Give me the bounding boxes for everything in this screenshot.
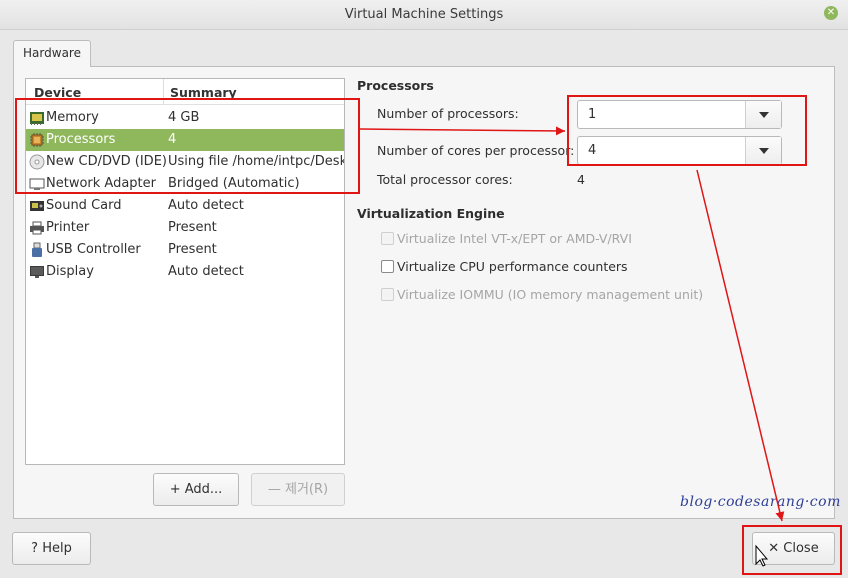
- device-name: Printer: [46, 220, 90, 235]
- device-row-display[interactable]: Display Auto detect: [26, 261, 344, 283]
- device-name: USB Controller: [46, 242, 141, 257]
- total-cores-label: Total processor cores:: [377, 172, 513, 187]
- window-close-icon[interactable]: ✕: [824, 6, 838, 20]
- iommu-checkbox[interactable]: [381, 288, 394, 301]
- num-processors-label: Number of processors:: [377, 106, 519, 121]
- tab-hardware[interactable]: Hardware: [13, 40, 91, 67]
- display-icon: [30, 266, 44, 278]
- iommu-label: Virtualize IOMMU (IO memory management u…: [397, 287, 704, 302]
- cpu-counters-checkbox[interactable]: [381, 260, 394, 273]
- add-button[interactable]: + Add...: [153, 473, 239, 506]
- blog-watermark: blog·codesarang·com: [680, 494, 841, 510]
- device-summary: Auto detect: [168, 264, 244, 279]
- device-summary: Auto detect: [168, 198, 244, 213]
- window-title: Virtual Machine Settings: [344, 7, 504, 22]
- usb-icon: [32, 242, 42, 257]
- vtx-label: Virtualize Intel VT-x/EPT or AMD-V/RVI: [397, 231, 632, 246]
- annotation-box-device-list: [15, 98, 360, 194]
- device-name: Display: [46, 264, 94, 279]
- device-row-usb-controller[interactable]: USB Controller Present: [26, 239, 344, 261]
- vtx-checkbox[interactable]: [381, 232, 394, 245]
- sound-card-icon: [30, 201, 44, 211]
- device-row-printer[interactable]: Printer Present: [26, 217, 344, 239]
- cpu-counters-label: Virtualize CPU performance counters: [397, 259, 628, 274]
- device-summary: Present: [168, 220, 217, 235]
- annotation-box-close: [742, 525, 842, 575]
- help-button[interactable]: ? Help: [12, 532, 91, 565]
- annotation-box-processor-settings: [567, 95, 807, 166]
- title-bar: Virtual Machine Settings ✕: [0, 0, 848, 30]
- device-row-sound-card[interactable]: Sound Card Auto detect: [26, 195, 344, 217]
- processors-heading: Processors: [357, 78, 434, 93]
- printer-icon: [30, 221, 44, 235]
- cores-per-processor-label: Number of cores per processor:: [377, 143, 575, 158]
- total-cores-value: 4: [577, 172, 585, 187]
- remove-button[interactable]: — 제거(R): [251, 473, 345, 506]
- virtualization-heading: Virtualization Engine: [357, 206, 505, 221]
- device-summary: Present: [168, 242, 217, 257]
- device-name: Sound Card: [46, 198, 122, 213]
